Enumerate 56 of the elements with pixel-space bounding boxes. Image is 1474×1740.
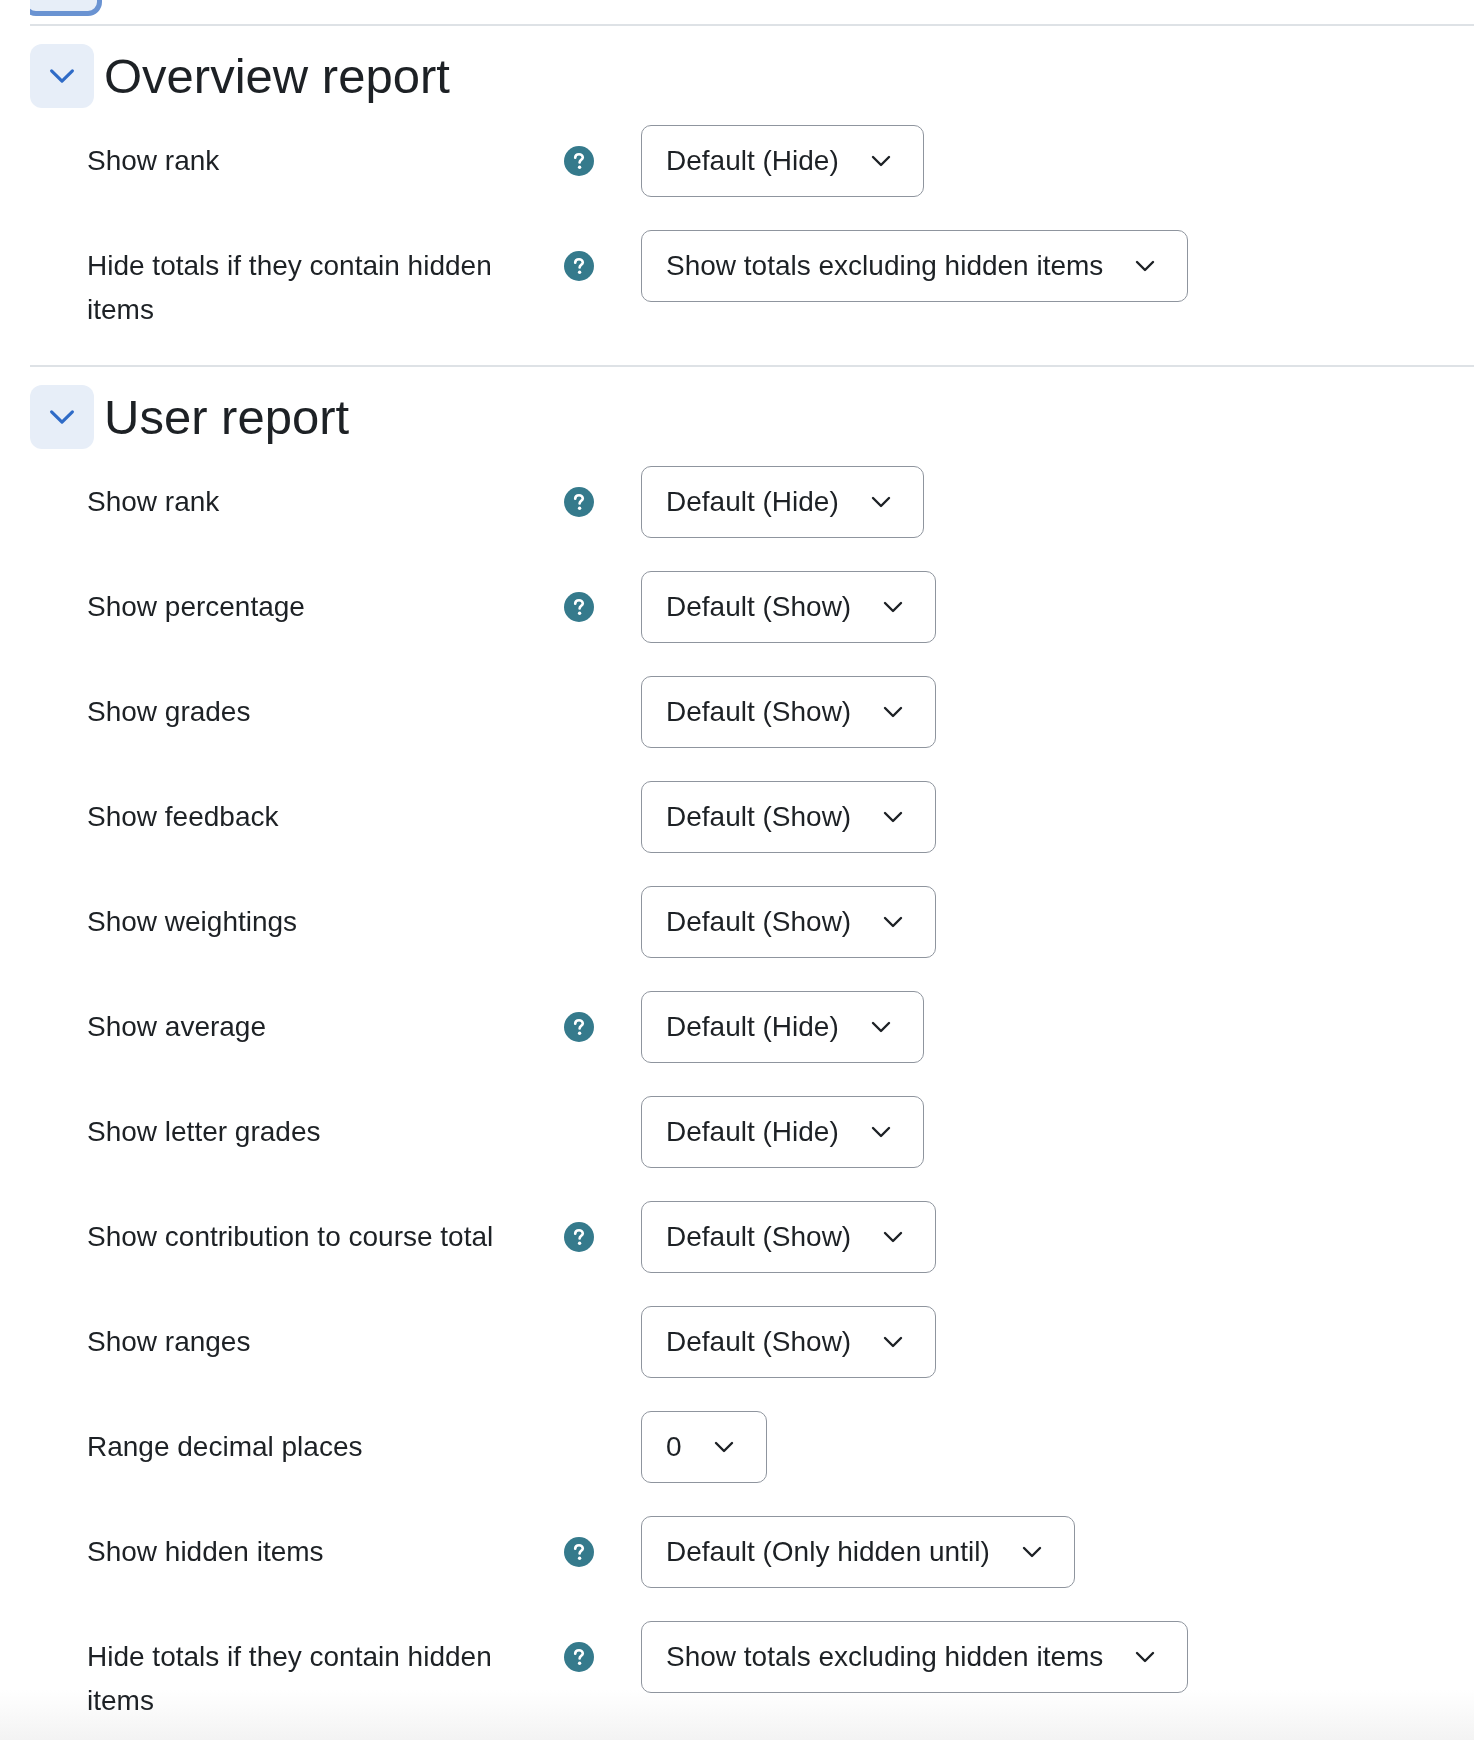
setting-label: Hide totals if they contain hidden items	[87, 1640, 493, 1718]
dropdown[interactable]: Default (Hide)	[641, 991, 924, 1063]
chevron-down-icon	[1021, 1546, 1042, 1558]
help-icon[interactable]	[564, 487, 594, 517]
chevron-down-icon	[49, 68, 75, 84]
collapse-toggle[interactable]	[30, 44, 94, 108]
help-icon[interactable]	[564, 592, 594, 622]
dropdown[interactable]: Show totals excluding hidden items	[641, 1621, 1189, 1693]
dropdown[interactable]: Default (Only hidden until)	[641, 1516, 1075, 1588]
collapse-toggle[interactable]	[30, 385, 94, 449]
chevron-down-icon	[870, 155, 891, 167]
help-icon[interactable]	[564, 1222, 594, 1252]
chevron-down-icon	[713, 1441, 734, 1453]
chevron-down-icon	[883, 1336, 904, 1348]
setting-label: Show grades	[87, 695, 252, 729]
dropdown[interactable]: Default (Show)	[641, 886, 937, 958]
help-icon[interactable]	[564, 1012, 594, 1042]
chevron-down-icon	[883, 706, 904, 718]
chevron-down-icon	[883, 811, 904, 823]
setting-label: Show ranges	[87, 1325, 252, 1359]
chevron-down-icon	[870, 1126, 891, 1138]
dropdown[interactable]: Default (Show)	[641, 1306, 937, 1378]
setting-label: Show rank	[87, 485, 221, 519]
chevron-down-icon	[1135, 260, 1156, 272]
dropdown[interactable]: Default (Hide)	[641, 466, 924, 538]
chevron-down-icon	[883, 916, 904, 928]
setting-label: Show average	[87, 1010, 267, 1044]
section-heading: Overview report	[104, 48, 450, 105]
dropdown[interactable]: Show totals excluding hidden items	[641, 230, 1189, 302]
dropdown[interactable]: Default (Hide)	[641, 1096, 924, 1168]
chevron-down-icon	[49, 409, 75, 425]
chevron-down-icon	[883, 1231, 904, 1243]
help-icon[interactable]	[564, 251, 594, 281]
help-icon[interactable]	[564, 146, 594, 176]
setting-label: Show feedback	[87, 800, 280, 834]
chevron-down-icon	[870, 1021, 891, 1033]
help-icon[interactable]	[564, 1642, 594, 1672]
dropdown[interactable]: Default (Hide)	[641, 125, 924, 197]
setting-label: Show letter grades	[87, 1115, 322, 1149]
setting-label: Show weightings	[87, 905, 299, 939]
setting-label: Show hidden items	[87, 1535, 325, 1569]
section-heading: User report	[104, 389, 350, 446]
dropdown[interactable]: 0	[641, 1411, 767, 1483]
help-icon[interactable]	[564, 1537, 594, 1567]
setting-label: Hide totals if they contain hidden items	[87, 249, 493, 327]
dropdown[interactable]: Default (Show)	[641, 676, 937, 748]
setting-label: Show percentage	[87, 590, 306, 624]
chevron-down-icon	[870, 496, 891, 508]
setting-label: Show contribution to course total	[87, 1220, 495, 1254]
setting-label: Show rank	[87, 144, 221, 178]
dropdown[interactable]: Default (Show)	[641, 571, 937, 643]
chevron-down-icon	[1135, 1651, 1156, 1663]
dropdown[interactable]: Default (Show)	[641, 1201, 937, 1273]
dropdown[interactable]: Default (Show)	[641, 781, 937, 853]
setting-label: Range decimal places	[87, 1430, 364, 1464]
chevron-down-icon	[883, 601, 904, 613]
